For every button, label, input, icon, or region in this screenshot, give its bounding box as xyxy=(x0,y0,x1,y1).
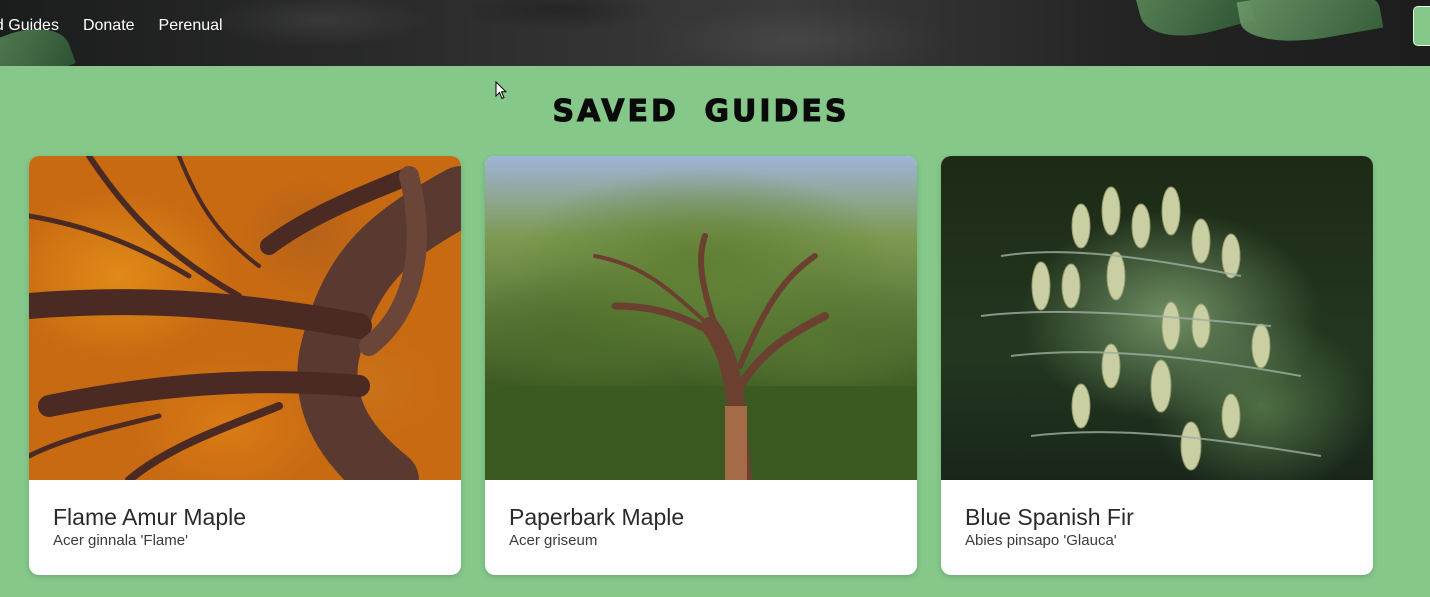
plant-scientific-name: Acer griseum xyxy=(509,532,598,549)
header-banner: ed Guides Donate Perenual xyxy=(0,0,1430,66)
guide-card[interactable]: Paperbark Maple Acer griseum xyxy=(485,156,917,575)
plant-image xyxy=(29,156,461,480)
guide-card[interactable]: Flame Amur Maple Acer ginnala 'Flame' xyxy=(29,156,461,575)
plant-image xyxy=(485,156,917,480)
card-body: Flame Amur Maple Acer ginnala 'Flame' xyxy=(29,480,461,550)
plant-common-name: Flame Amur Maple xyxy=(53,504,247,530)
nav-saved-guides[interactable]: ed Guides xyxy=(0,16,59,36)
main-nav: ed Guides Donate Perenual xyxy=(0,16,223,36)
plant-common-name: Paperbark Maple xyxy=(509,504,685,530)
nav-perenual[interactable]: Perenual xyxy=(159,16,223,36)
card-body: Paperbark Maple Acer griseum xyxy=(485,480,917,550)
plant-image xyxy=(941,156,1373,480)
guide-card[interactable]: Blue Spanish Fir Abies pinsapo 'Glauca' xyxy=(941,156,1373,575)
saved-guides-list: Flame Amur Maple Acer ginnala 'Flame' Pa… xyxy=(29,156,1373,575)
plant-scientific-name: Acer ginnala 'Flame' xyxy=(53,532,188,549)
plant-scientific-name: Abies pinsapo 'Glauca' xyxy=(965,532,1117,549)
plant-common-name: Blue Spanish Fir xyxy=(965,504,1134,530)
header-action-button[interactable] xyxy=(1413,6,1430,46)
nav-donate[interactable]: Donate xyxy=(83,16,135,36)
card-body: Blue Spanish Fir Abies pinsapo 'Glauca' xyxy=(941,480,1373,550)
page-title: SAVED GUIDES xyxy=(552,94,850,130)
